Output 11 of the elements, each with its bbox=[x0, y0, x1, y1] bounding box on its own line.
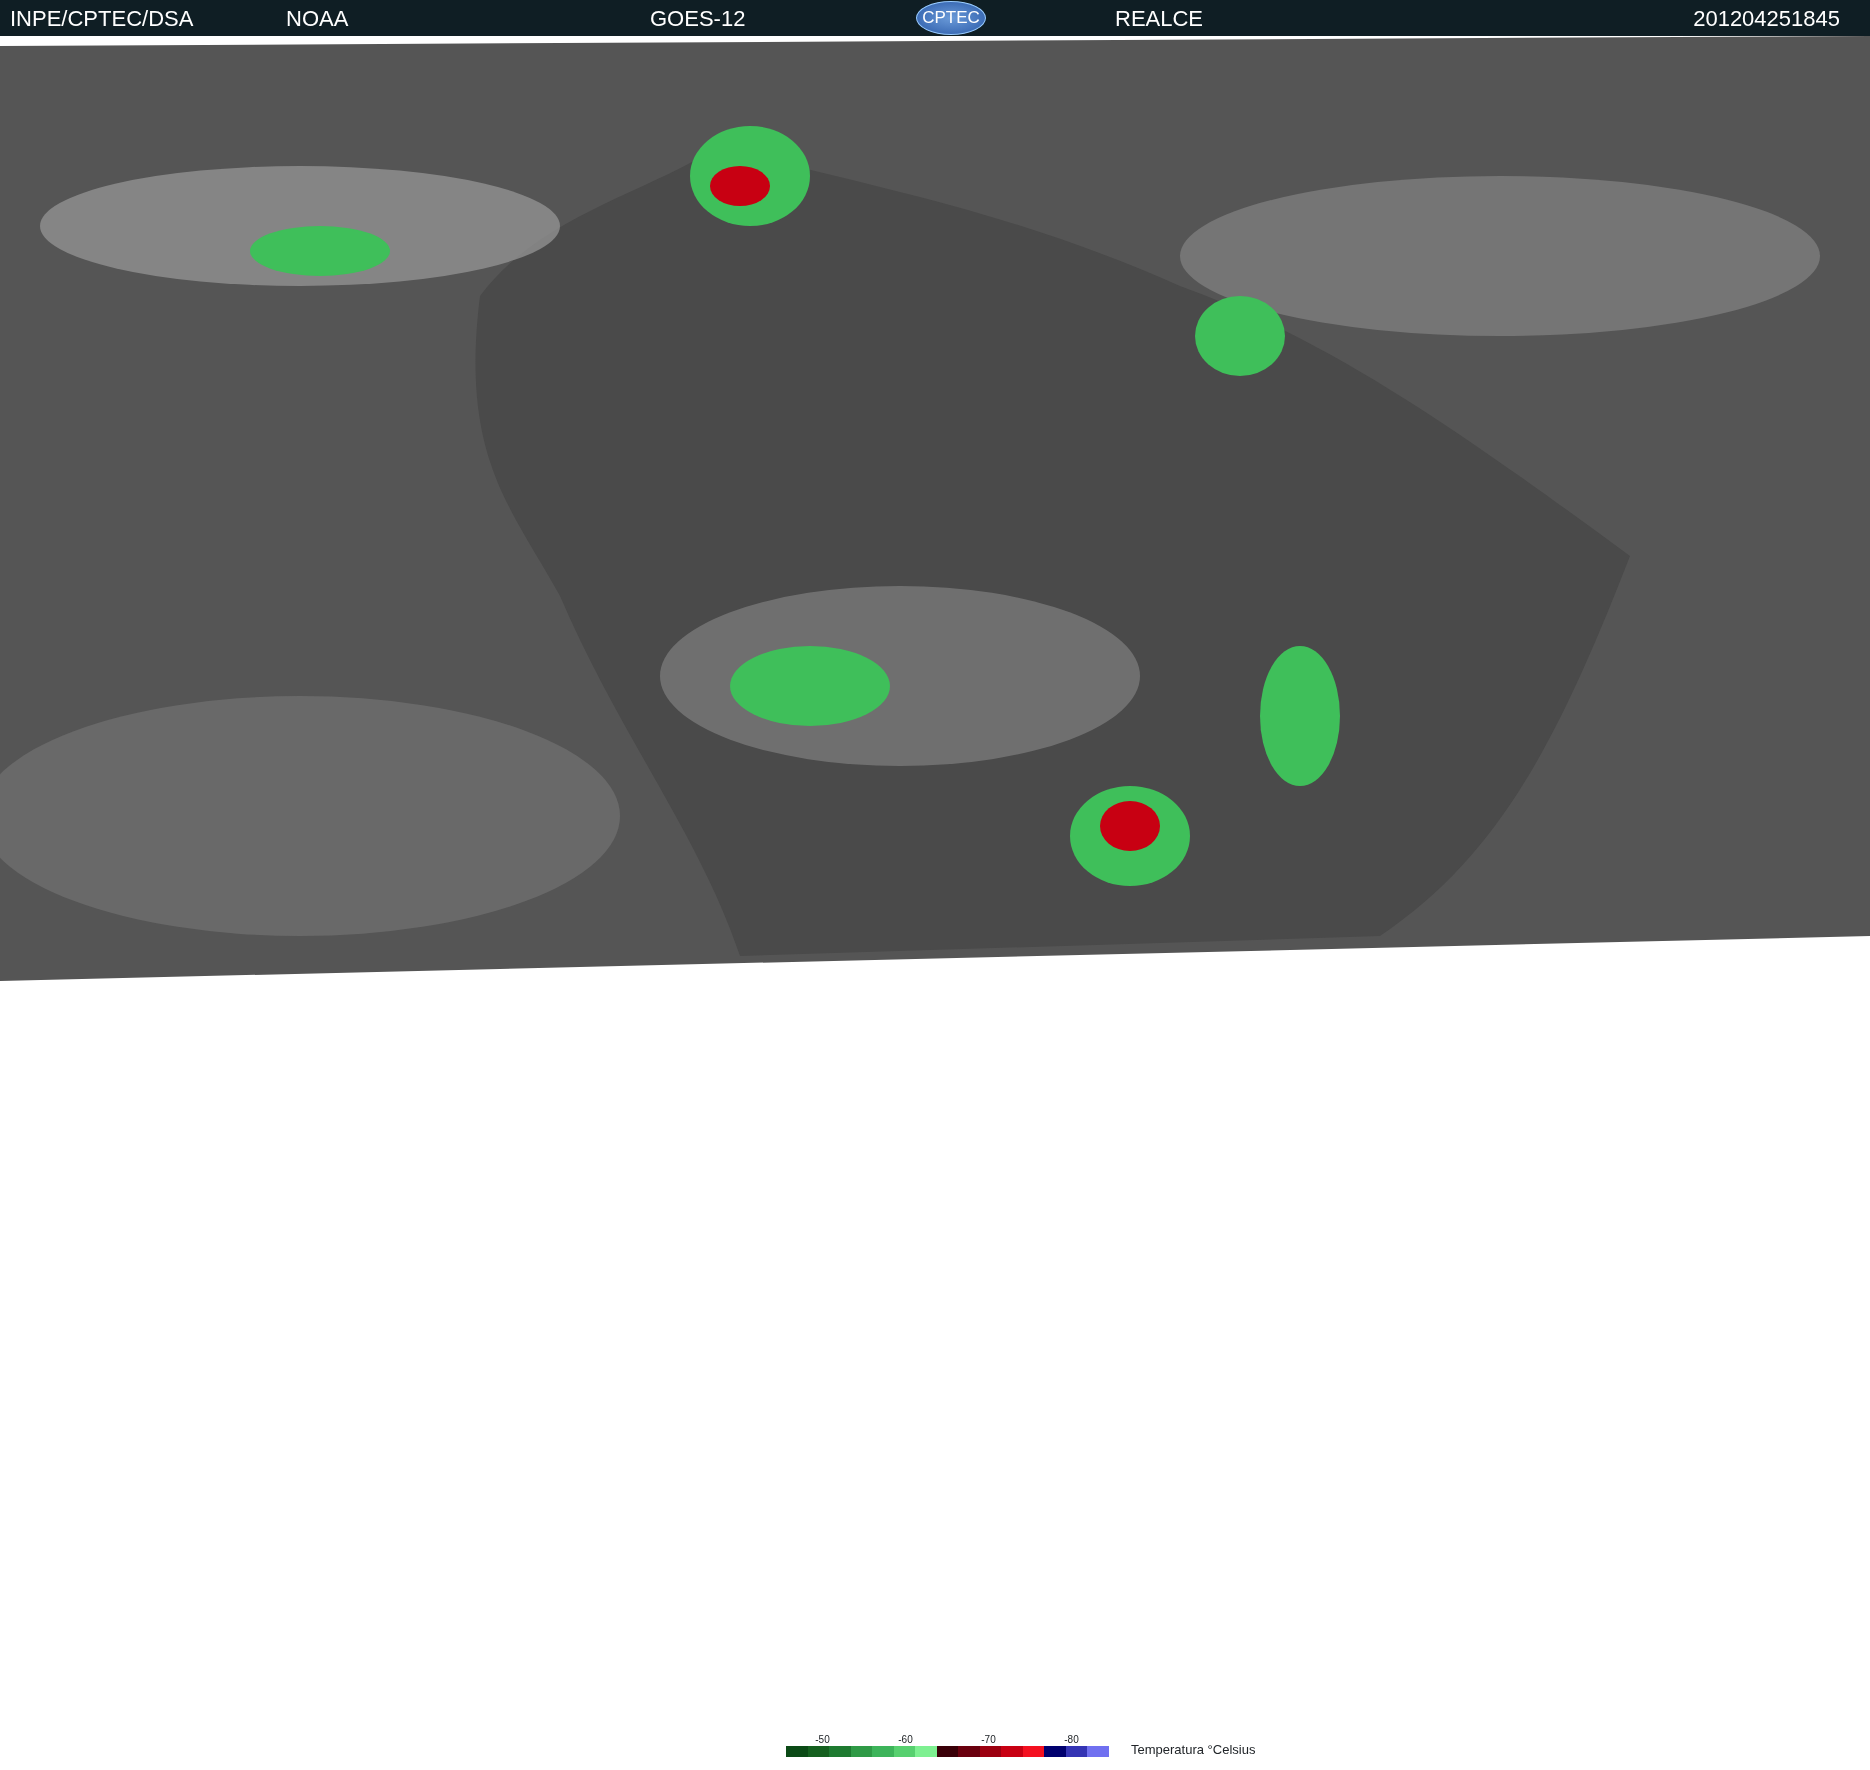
header-label: INPE/CPTEC/DSA bbox=[10, 5, 194, 31]
header-label: NOAA bbox=[286, 5, 349, 31]
header-label: 201204251845 bbox=[1693, 5, 1840, 31]
header-label: GOES-12 bbox=[650, 5, 746, 31]
logo: CPTEC bbox=[916, 1, 986, 35]
scale-tick-label: -50 bbox=[814, 1734, 831, 1746]
scale-tick-label: -70 bbox=[980, 1734, 997, 1746]
legend-title: Temperatura °Celsius bbox=[1131, 1742, 1256, 1757]
header-label: REALCE bbox=[1115, 5, 1204, 31]
scale-tick-label: -60 bbox=[897, 1734, 914, 1746]
scale-tick-label: -80 bbox=[1063, 1734, 1080, 1746]
